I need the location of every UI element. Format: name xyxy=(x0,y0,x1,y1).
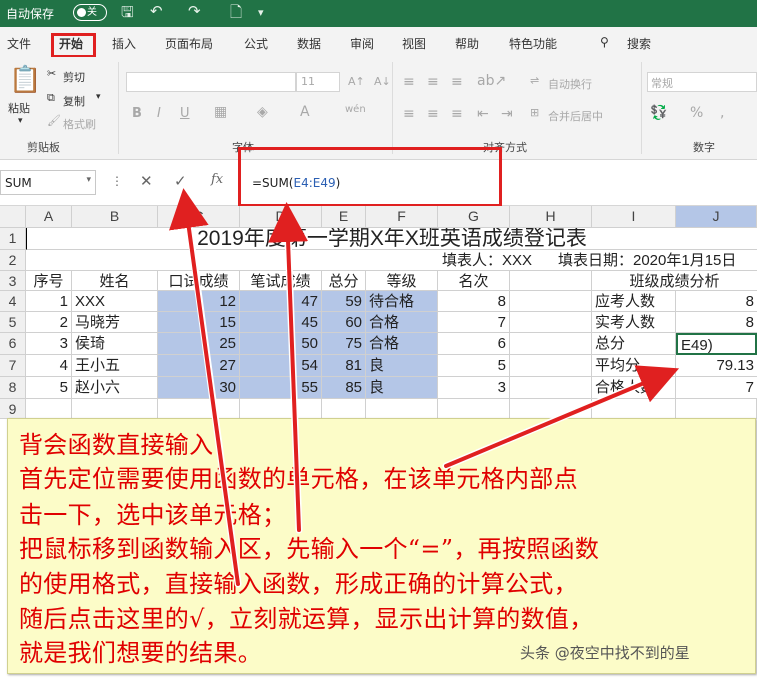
arrow-to-cell xyxy=(444,365,680,468)
arrow-to-formula xyxy=(268,202,309,532)
annotation-arrows xyxy=(169,188,680,588)
arrow-to-checkmark xyxy=(169,188,240,586)
